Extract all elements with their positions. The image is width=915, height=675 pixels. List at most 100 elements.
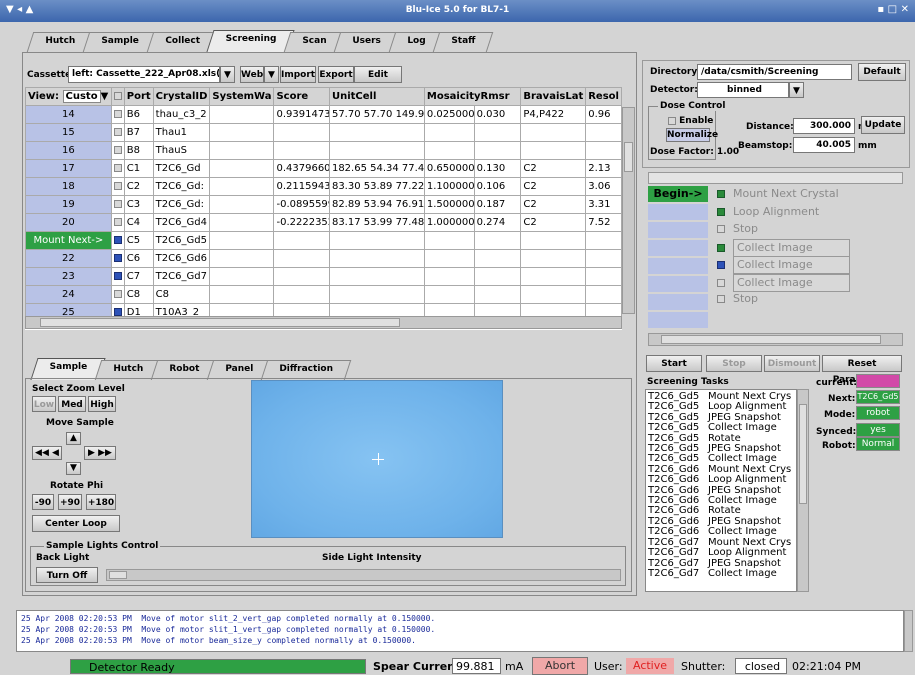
turn-off-button[interactable]: Turn Off [36,567,98,583]
step-checkbox[interactable] [717,243,725,252]
tasks-scrollbar[interactable] [797,389,809,592]
table-row[interactable]: 22 C6 T2C6_Gd6 [25,249,622,268]
enable-checkbox[interactable]: Enable [668,116,713,126]
tab-sample[interactable]: Sample [82,32,157,52]
column-header[interactable]: Port [123,87,154,106]
dismount-button[interactable]: Dismount [764,355,820,372]
move-up-icon[interactable]: ▲ [66,432,81,445]
step-checkbox[interactable] [717,190,725,198]
log-scrollbar[interactable] [904,610,913,652]
row-label[interactable]: 16 [25,141,112,160]
stop-button[interactable]: Stop [706,355,762,372]
table-row[interactable]: 15 B7 Thau1 [25,123,622,142]
row-checkbox[interactable] [110,177,125,196]
subtab-diffraction[interactable]: Diffraction [260,360,351,380]
column-header[interactable]: UnitCell [328,87,425,106]
move-right-icon[interactable]: ▶ ▶▶ [84,446,116,460]
zoom-med-button[interactable]: Med [58,396,86,412]
slider-thumb[interactable] [109,571,127,579]
step-checkbox[interactable] [717,295,725,303]
table-row[interactable]: 17 C1T2C6_Gd 0.437966051182.65 54.34 77.46… [25,159,622,178]
table-horizontal-scrollbar[interactable] [25,316,622,329]
edit-button[interactable]: Edit [354,66,402,83]
tab-screening[interactable]: Screening [206,30,295,52]
zoom-high-button[interactable]: High [88,396,116,412]
row-label[interactable]: 19 [25,195,112,214]
sequence-step[interactable]: Stop [711,221,758,237]
row-checkbox[interactable] [110,267,125,286]
import-button[interactable]: Import [280,66,316,83]
row-checkbox[interactable] [110,105,125,124]
column-header[interactable]: SystemWa [209,87,275,106]
row-checkbox[interactable] [110,213,125,232]
table-row[interactable]: 20 C4T2C6_Gd4 -0.22223525283.17 53.99 77.4… [25,213,622,232]
rotate-plus-90-button[interactable]: +90 [58,494,82,510]
distance-field[interactable]: 300.000 [793,118,855,134]
scroll-thumb[interactable] [661,335,881,344]
start-button[interactable]: Start [646,355,702,372]
window-controls-icon[interactable]: ▪ □ ✕ [877,4,909,15]
beamstop-field[interactable]: 40.005 [793,137,855,153]
row-label[interactable]: 22 [25,249,112,268]
rotate-minus-90-button[interactable]: -90 [32,494,54,510]
step-marker[interactable] [648,294,708,310]
rotate-plus-180-button[interactable]: +180 [86,494,116,510]
detector-dropdown-icon[interactable]: ▼ [789,82,804,98]
scroll-thumb[interactable] [624,142,633,172]
table-row[interactable]: 16 B8 ThauS [25,141,622,160]
scroll-thumb[interactable] [40,318,400,327]
column-header[interactable]: Score [273,87,330,106]
row-label[interactable]: Mount Next-> [25,231,112,250]
move-left-icon[interactable]: ◀◀ ◀ [32,446,62,460]
web-button[interactable]: Web [240,66,264,83]
step-marker[interactable] [648,240,708,256]
row-label[interactable]: 18 [25,177,112,196]
sequence-step[interactable]: Loop Alignment [711,204,819,220]
normalize-button[interactable]: Normalize [666,128,718,142]
update-button[interactable]: Update [861,116,905,134]
table-row[interactable]: 19 C3T2C6_Gd: -0.08955996482.89 53.94 76.9… [25,195,622,214]
sample-video-image[interactable] [251,380,503,538]
export-button[interactable]: Export [318,66,354,83]
table-row[interactable]: 18C2T2C6_Gd:0.21159439183.30 53.89 77.22… [25,177,622,196]
web-dropdown-icon[interactable]: ▼ [264,66,279,83]
row-checkbox[interactable] [110,231,125,250]
row-checkbox[interactable] [110,159,125,178]
row-label[interactable]: 24 [25,285,112,304]
tab-staff[interactable]: Staff [433,32,494,52]
cassette-select[interactable]: left: Cassette_222_Apr08.xls(csm [68,66,220,83]
begin-marker[interactable]: Begin-> [648,186,708,202]
row-label[interactable]: 20 [25,213,112,232]
directory-field[interactable]: /data/csmith/Screening [697,64,852,80]
sequence-step[interactable]: Collect Image [711,238,850,257]
step-checkbox[interactable] [717,261,725,269]
sequence-step[interactable]: Collect Image [711,273,850,292]
center-loop-button[interactable]: Center Loop [32,515,120,532]
row-label[interactable]: 15 [25,123,112,142]
scroll-thumb[interactable] [799,404,807,504]
side-light-slider[interactable] [106,569,621,581]
row-checkbox[interactable] [110,249,125,268]
step-marker[interactable] [648,258,708,274]
table-row[interactable]: 23 C7 T2C6_Gd7 [25,267,622,286]
table-row[interactable]: 24 C8 C8 [25,285,622,304]
subtab-sample[interactable]: Sample [30,358,106,380]
row-checkbox[interactable] [110,123,125,142]
row-label[interactable]: 14 [25,105,112,124]
sequence-scrollbar[interactable] [648,333,903,346]
step-marker[interactable] [648,276,708,292]
default-button[interactable]: Default [858,63,906,81]
step-checkbox[interactable] [717,225,725,233]
step-checkbox[interactable] [717,278,725,287]
column-header[interactable]: BravaisLat [520,87,587,106]
row-checkbox[interactable] [110,141,125,160]
column-header[interactable]: MosaicityRmsr [423,87,522,106]
step-marker[interactable] [648,204,708,220]
task-item[interactable]: T2C6_Gd7 Collect Image [648,568,794,579]
reset-parameters-button[interactable]: Reset Parameters [822,355,902,385]
cassette-dropdown-icon[interactable]: ▼ [220,66,235,83]
step-marker[interactable] [648,312,708,328]
detector-select[interactable]: binned [697,82,789,98]
view-select[interactable]: Custo [62,90,101,103]
sequence-step[interactable]: Mount Next Crystal [711,186,839,202]
